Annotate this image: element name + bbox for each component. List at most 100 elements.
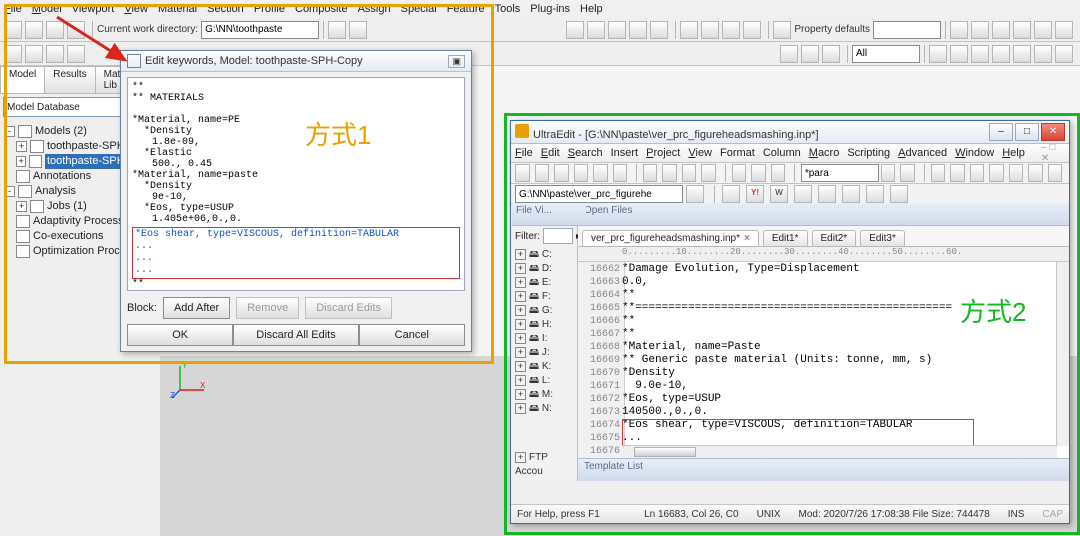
ue-tabs[interactable]: ver_prc_figureheadsmashing.inp*× Edit1* … [578, 226, 1069, 247]
tree-analysis[interactable]: Analysis [35, 184, 76, 199]
tb-icon[interactable] [574, 164, 589, 182]
tb-icon[interactable] [780, 45, 798, 63]
discard-edits-button[interactable]: Discard Edits [305, 297, 392, 319]
tb-icon[interactable] [743, 21, 761, 39]
menu-special[interactable]: Special [401, 3, 437, 15]
tab-model[interactable]: Model [0, 66, 45, 93]
tb-icon[interactable] [722, 21, 740, 39]
tb-icon[interactable] [608, 21, 626, 39]
all-combo[interactable] [852, 45, 920, 63]
tb-icon[interactable] [794, 185, 812, 203]
maximize-button[interactable]: □ [1015, 123, 1039, 141]
ok-button[interactable]: OK [127, 324, 233, 346]
discard-all-button[interactable]: Discard All Edits [233, 324, 358, 346]
tb-icon[interactable] [971, 45, 989, 63]
tb-icon[interactable] [751, 164, 766, 182]
tb-icon[interactable] [349, 21, 367, 39]
menu-feature[interactable]: Feature [447, 3, 485, 15]
menu-tools[interactable]: Tools [495, 3, 521, 15]
tb-icon[interactable] [801, 45, 819, 63]
tb-icon[interactable] [662, 164, 677, 182]
remove-button[interactable]: Remove [236, 297, 299, 319]
tb-icon[interactable] [950, 164, 965, 182]
tb-icon[interactable] [682, 164, 697, 182]
hscrollbar[interactable] [622, 445, 1057, 458]
menu-file[interactable]: File [4, 3, 22, 15]
tb-icon[interactable] [566, 21, 584, 39]
tb-icon[interactable] [890, 185, 908, 203]
tab-file-4[interactable]: Edit3* [860, 230, 905, 246]
tb-icon[interactable] [818, 185, 836, 203]
filter-input[interactable] [543, 228, 573, 244]
tb-icon[interactable] [535, 164, 550, 182]
ue-address-bar[interactable]: Y! W [511, 184, 1069, 205]
keywords-textarea[interactable]: ** ** MATERIALS *Material, name=PE *Dens… [127, 77, 465, 291]
tb-icon[interactable] [989, 164, 1004, 182]
tb-new-icon[interactable] [4, 21, 22, 39]
tb-icon[interactable] [1034, 45, 1052, 63]
ue-toolbar-1[interactable] [511, 163, 1069, 184]
menu-viewport[interactable]: Viewport [72, 3, 115, 15]
tb-icon[interactable] [822, 45, 840, 63]
menu-model[interactable]: Model [32, 3, 62, 15]
tab-file-2[interactable]: Edit1* [763, 230, 808, 246]
vscrollbar[interactable] [1056, 262, 1069, 446]
menu-help[interactable]: Help [580, 3, 603, 15]
tb-icon[interactable] [866, 185, 884, 203]
tb-icon[interactable] [1028, 164, 1043, 182]
tb-open-icon[interactable] [25, 21, 43, 39]
menu-profile[interactable]: Profile [254, 3, 285, 15]
tb-icon[interactable] [1055, 21, 1073, 39]
tb-icon[interactable] [722, 185, 740, 203]
tb-icon[interactable] [4, 45, 22, 63]
tb-icon[interactable] [680, 21, 698, 39]
tb-icon[interactable] [1055, 45, 1073, 63]
tab-file-3[interactable]: Edit2* [812, 230, 857, 246]
tb-icon[interactable] [1009, 164, 1024, 182]
dialog-sys-icon[interactable]: ▣ [448, 55, 465, 68]
tb-icon[interactable] [842, 185, 860, 203]
menu-composite[interactable]: Composite [295, 3, 348, 15]
tree-item[interactable]: Annotations [33, 169, 91, 184]
tb-icon[interactable] [613, 164, 628, 182]
find-next-icon[interactable] [881, 164, 896, 182]
tb-icon[interactable] [1013, 45, 1031, 63]
tb-icon[interactable] [701, 164, 716, 182]
tb-icon[interactable] [992, 21, 1010, 39]
tb-icon[interactable] [650, 21, 668, 39]
tb-icon[interactable] [25, 45, 43, 63]
cancel-button[interactable]: Cancel [359, 324, 465, 346]
cwd-input[interactable] [201, 21, 319, 39]
address-input[interactable] [515, 185, 683, 203]
tb-icon[interactable] [929, 45, 947, 63]
tb-icon[interactable] [701, 21, 719, 39]
tree-item[interactable]: toothpaste-SPH [47, 139, 125, 154]
tb-icon[interactable] [629, 21, 647, 39]
add-after-button[interactable]: Add After [163, 297, 230, 319]
tb-icon[interactable] [773, 21, 791, 39]
tree-models[interactable]: Models (2) [35, 124, 87, 139]
menu-view[interactable]: View [124, 3, 148, 15]
find-prev-icon[interactable] [900, 164, 915, 182]
tb-icon[interactable] [593, 164, 608, 182]
close-tab-icon[interactable]: × [744, 233, 750, 244]
menu-material[interactable]: Material [158, 3, 197, 15]
close-button[interactable]: ✕ [1041, 123, 1065, 141]
find-input[interactable] [801, 164, 879, 182]
yahoo-icon[interactable]: Y! [746, 185, 764, 203]
tb-icon[interactable] [971, 21, 989, 39]
tb-icon[interactable] [970, 164, 985, 182]
wiki-icon[interactable]: W [770, 185, 788, 203]
tb-icon[interactable] [1048, 164, 1063, 182]
tb-icon[interactable] [732, 164, 747, 182]
drive-tree[interactable]: +🖴 C:+🖴 D:+🖴 E:+🖴 F:+🖴 G:+🖴 H:+🖴 I:+🖴 J:… [511, 246, 577, 418]
tb-icon[interactable] [950, 45, 968, 63]
tb-icon[interactable] [950, 21, 968, 39]
tab-results[interactable]: Results [44, 66, 95, 93]
tb-icon[interactable] [46, 45, 64, 63]
ue-menubar[interactable]: FileEditSearchInsertProjectViewFormatCol… [511, 144, 1069, 163]
menu-assign[interactable]: Assign [358, 3, 391, 15]
tb-icon[interactable] [67, 45, 85, 63]
tb-icon[interactable] [515, 164, 530, 182]
tb-icon[interactable] [1034, 21, 1052, 39]
